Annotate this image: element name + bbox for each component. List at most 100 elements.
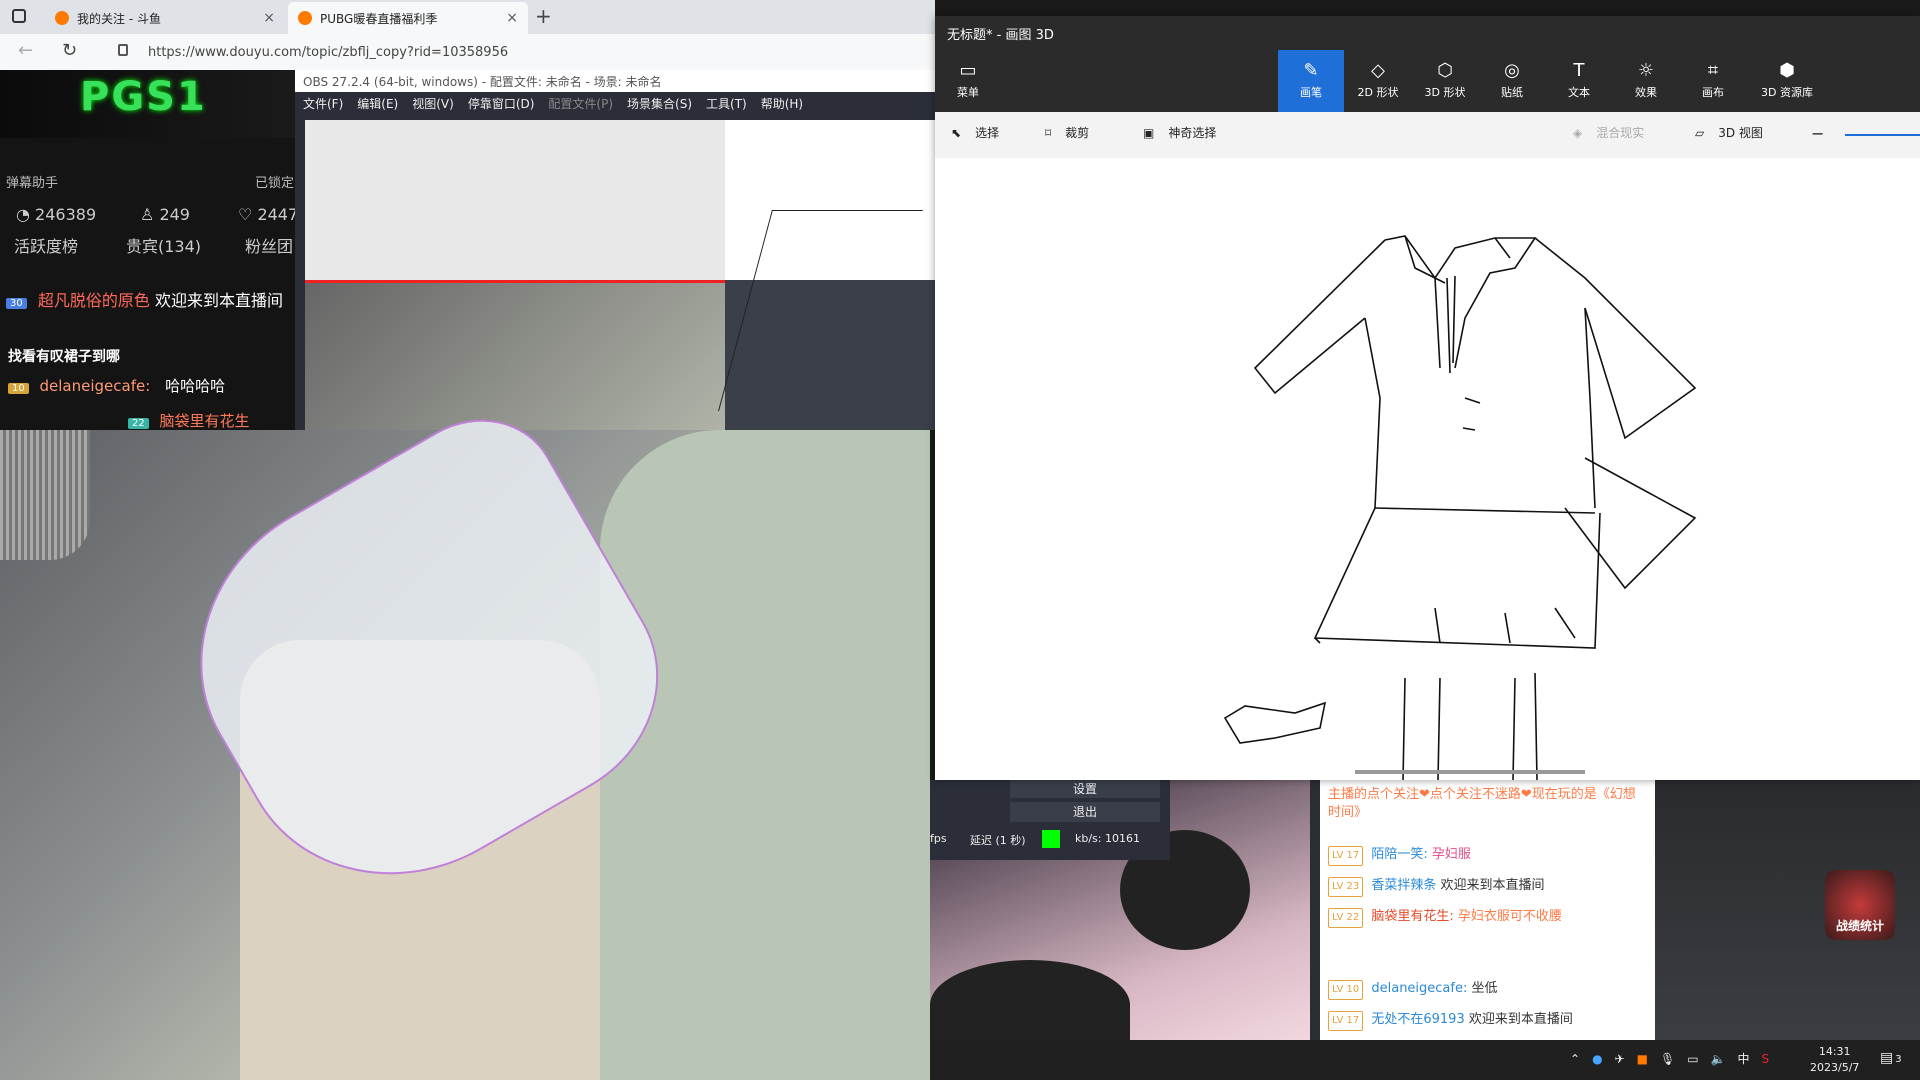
level-badge: 30	[6, 298, 27, 309]
microphone-icon[interactable]: 🎙	[1660, 1052, 1675, 1066]
nested-camera-preview	[305, 280, 725, 430]
magic-select-tool[interactable]: ▣ 神奇选择	[1143, 124, 1216, 141]
text-icon: T	[1573, 60, 1585, 81]
chat-assistant-label[interactable]: 弹幕助手	[6, 172, 58, 191]
app-tray-icon[interactable]: ●	[1592, 1052, 1602, 1066]
chat-user[interactable]: delaneigecafe:	[40, 377, 151, 395]
ribbon-2d-shapes-button[interactable]: ◇ 2D 形状	[1345, 50, 1411, 112]
obs-menu-tools[interactable]: 工具(T)	[706, 95, 747, 112]
browser-tabbar: 我的关注 - 斗鱼 × PUBG暖春直播福利季 × +	[0, 0, 935, 34]
obs-exit-button[interactable]: 退出	[1010, 802, 1160, 822]
detail-stroke	[1462, 397, 1481, 431]
canvas-icon: ⌗	[1707, 60, 1719, 81]
chat-user[interactable]: 脑袋里有花生:	[1371, 909, 1453, 924]
folder-icon: ▭	[959, 60, 977, 81]
network-icon[interactable]: ▭	[1687, 1052, 1698, 1066]
mixed-reality-icon: ◈	[1573, 125, 1583, 140]
tab-pubg[interactable]: PUBG暖春直播福利季 ×	[288, 2, 528, 34]
ribbon-brush-button[interactable]: ✎ 画笔	[1278, 50, 1344, 112]
ribbon-menu-button[interactable]: ▭ 菜单	[935, 50, 1001, 112]
obs-title: OBS 27.2.4 (64-bit, windows) - 配置文件: 未命名…	[295, 70, 935, 92]
ribbon-3d-library-button[interactable]: ⬢ 3D 资源库	[1747, 50, 1827, 112]
ribbon-effects-button[interactable]: ☼ 效果	[1613, 50, 1679, 112]
ribbon-3d-shapes-button[interactable]: ⬡ 3D 形状	[1412, 50, 1478, 112]
chat-locked-label[interactable]: 已锁定	[255, 172, 294, 191]
paint3d-window: 无标题* - 画图 3D ▭ 菜单 ✎ 画笔 ◇ 2D 形状 ⬡ 3D 形状 ◎…	[935, 16, 1920, 780]
app-tray-icon[interactable]: S	[1762, 1052, 1770, 1066]
obs-menu-file[interactable]: 文件(F)	[303, 95, 343, 112]
tab-douyu-follow[interactable]: 我的关注 - 斗鱼 ×	[45, 2, 285, 34]
shape2d-icon: ◇	[1371, 60, 1385, 81]
paint-canvas[interactable]	[935, 158, 1920, 780]
app-tray-icon[interactable]: ✈	[1615, 1052, 1625, 1066]
pgs-logo: PGS1	[80, 74, 207, 120]
ribbon-text-button[interactable]: T 文本	[1546, 50, 1612, 112]
zoom-slider[interactable]	[1845, 134, 1920, 136]
back-icon[interactable]: ←	[18, 40, 33, 61]
system-tray: ⌃ ● ✈ ■ 🎙 ▭ 🔈 中 S	[1570, 1050, 1769, 1067]
douyu-favicon-icon	[298, 11, 312, 25]
ribbon-canvas-button[interactable]: ⌗ 画布	[1680, 50, 1746, 112]
tab-fans[interactable]: 粉丝团	[245, 233, 293, 257]
url-text: https://www.douyu.com/topic/zbflj_copy?r…	[148, 44, 509, 60]
obs-menu-edit[interactable]: 编辑(E)	[357, 95, 398, 112]
dress-drawing	[1223, 235, 1697, 780]
tab-vip[interactable]: 贵宾(134)	[126, 233, 201, 257]
obs-menu-docks[interactable]: 停靠窗口(D)	[468, 95, 535, 112]
select-tool[interactable]: ⬉ 选择	[951, 124, 999, 141]
obs-menu-help[interactable]: 帮助(H)	[761, 95, 803, 112]
mixed-reality-button[interactable]: ◈ 混合现实	[1573, 124, 1644, 141]
obs-menu-profile[interactable]: 配置文件(P)	[548, 95, 613, 112]
stream-chat: 主播的点个关注❤点个关注不迷路❤现在玩的是《幻想时间》 LV 17 陌陪一笑: …	[1320, 780, 1655, 1040]
chat-row: LV 17 无处不在69193 欢迎来到本直播间	[1328, 1011, 1646, 1031]
notification-count: 3	[1895, 1054, 1902, 1065]
shoe-stroke	[1223, 701, 1327, 744]
microphone-shape	[0, 430, 90, 560]
ime-indicator[interactable]: 中	[1737, 1050, 1749, 1067]
waist-stroke	[1374, 507, 1596, 514]
magic-select-icon: ▣	[1143, 125, 1155, 140]
chat-user[interactable]: 超凡脱俗的原色	[38, 291, 150, 310]
view-3d-button[interactable]: ▱ 3D 视图	[1695, 124, 1763, 141]
obs-fps: fps	[930, 832, 947, 845]
chat-user[interactable]: 脑袋里有花生	[160, 412, 250, 430]
close-icon[interactable]: ×	[506, 10, 518, 26]
chat-user[interactable]: 无处不在69193	[1371, 1012, 1464, 1027]
effects-icon: ☼	[1637, 60, 1655, 81]
zoom-minus-icon[interactable]: −	[1811, 124, 1824, 143]
chat-user[interactable]: delaneigecafe:	[1371, 981, 1467, 996]
torso-stroke	[1364, 307, 1596, 509]
notification-icon[interactable]: ▤ 3	[1880, 1050, 1902, 1066]
crop-tool[interactable]: ⌑ 裁剪	[1045, 124, 1089, 141]
chevron-up-icon[interactable]: ⌃	[1570, 1052, 1580, 1066]
url-input[interactable]: https://www.douyu.com/topic/zbflj_copy?r…	[148, 38, 968, 66]
battle-stats-badge[interactable]: 战绩统计	[1825, 870, 1895, 940]
refresh-icon[interactable]: ↻	[62, 40, 77, 61]
ribbon-stickers-button[interactable]: ◎ 贴纸	[1479, 50, 1545, 112]
chat-user[interactable]: 陌陪一笑:	[1371, 847, 1427, 862]
chat-user[interactable]: 香菜拌辣条	[1371, 878, 1436, 893]
obs-status-indicator	[1042, 830, 1060, 848]
taskbar-clock[interactable]: 14:31 2023/5/7	[1810, 1044, 1859, 1076]
app-tray-icon[interactable]: ■	[1637, 1052, 1648, 1066]
skirt-stroke	[1313, 507, 1601, 649]
tab-activity[interactable]: 活跃度榜	[14, 233, 78, 257]
stat-viewers: ♙ 249	[140, 205, 190, 224]
cursor-icon: ⬉	[951, 125, 962, 140]
obs-menu-scenes[interactable]: 场景集合(S)	[627, 95, 692, 112]
new-tab-button[interactable]: +	[535, 4, 552, 28]
tie-stroke	[1434, 275, 1456, 374]
chat-text: 欢迎来到本直播间	[154, 291, 283, 310]
panel-stroke	[1564, 457, 1697, 590]
tab-actions-icon[interactable]	[12, 9, 26, 23]
chat-row: LV 22 脑袋里有花生: 孕妇衣服可不收腰	[1328, 908, 1646, 928]
obs-preview[interactable]	[305, 120, 935, 430]
collar-stroke	[1404, 235, 1511, 284]
obs-menu-view[interactable]: 视图(V)	[412, 95, 454, 112]
close-icon[interactable]: ×	[263, 10, 275, 26]
volume-icon[interactable]: 🔈	[1711, 1052, 1726, 1066]
obs-settings-button[interactable]: 设置	[1010, 780, 1160, 798]
chat-text: 哈哈哈哈	[165, 377, 226, 395]
chat-text: 孕妇衣服可不收腰	[1457, 909, 1562, 924]
canvas-scroll-thumb[interactable]	[1355, 770, 1585, 774]
